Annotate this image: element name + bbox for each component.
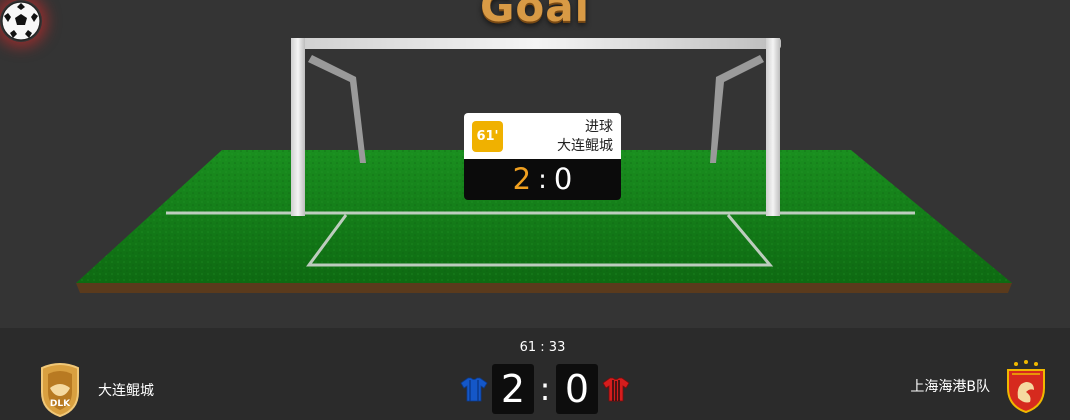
home-team-logo: DLK: [41, 363, 79, 418]
home-jersey-icon: [460, 377, 488, 402]
away-team-logo: [1007, 360, 1045, 414]
event-team-label: 大连鲲城: [557, 138, 613, 154]
home-team-name: 大连鲲城: [98, 383, 154, 399]
event-title: Goal: [479, 0, 591, 31]
away-score: 0: [556, 364, 598, 414]
event-score-home: 2: [512, 162, 532, 196]
svg-text:DLK: DLK: [50, 399, 71, 409]
event-type-label: 进球: [585, 119, 613, 135]
home-score: 2: [492, 364, 534, 414]
score-bar: DLK 大连鲲城 61 : 33 2 : 0 上海海港B队: [0, 328, 1070, 420]
event-minute-badge: 61': [472, 121, 503, 152]
away-jersey-icon: [602, 377, 630, 402]
home-team: DLK 大连鲲城: [36, 362, 154, 418]
event-score-away: 0: [553, 162, 573, 196]
goal-back-right-support: [710, 55, 764, 163]
pitch-soil-edge: [76, 283, 1012, 293]
away-team-name: 上海海港B队: [910, 379, 990, 395]
match-clock: 61 : 33: [519, 340, 566, 355]
goal-left-post: [291, 38, 305, 216]
pitch-scene: Goal 61' 进球 大连鲲城 2 : 0: [0, 0, 1070, 328]
main-score: 2 : 0: [456, 363, 634, 415]
goal-event-popup: 61' 进球 大连鲲城 2 : 0: [464, 113, 621, 200]
goal-right-post: [766, 38, 780, 216]
goal-crossbar: [291, 38, 781, 49]
score-separator: :: [539, 370, 551, 408]
away-team: 上海海港B队: [910, 358, 1048, 414]
goal-back-left-support: [308, 55, 366, 163]
event-score-separator: :: [538, 164, 547, 195]
event-score: 2 : 0: [464, 159, 621, 200]
soccer-ball-icon: [1, 1, 41, 41]
